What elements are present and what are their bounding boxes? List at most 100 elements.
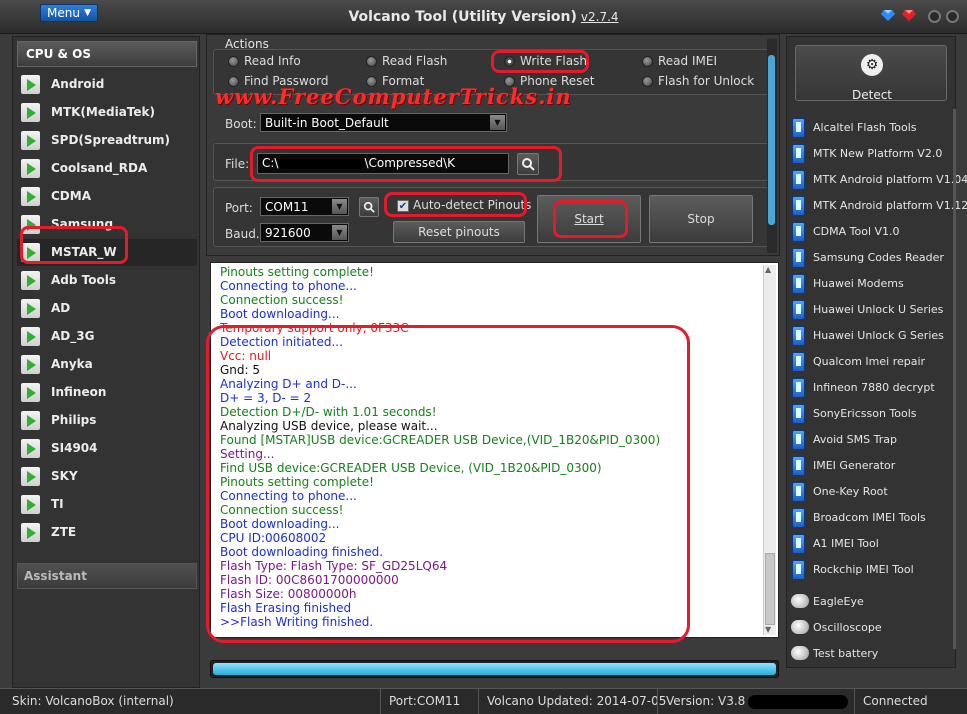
chevron-down-icon: ▼	[332, 225, 347, 240]
tool-item[interactable]: CDMA Tool V1.0	[789, 219, 953, 245]
phone-icon	[792, 508, 805, 528]
tool-item-label: Samsung Codes Reader	[813, 251, 944, 264]
boot-select[interactable]: Built-in Boot_Default ▼	[260, 113, 507, 132]
phone-icon	[792, 482, 805, 502]
phone-icon	[792, 456, 805, 476]
tool-item[interactable]: SonyEricsson Tools	[789, 401, 953, 427]
app-version-link[interactable]: v2.7.4	[581, 10, 619, 24]
port-select[interactable]: COM11 ▼	[260, 197, 349, 216]
tool-item[interactable]: Broadcom IMEI Tools	[789, 505, 953, 531]
tool-item[interactable]: MTK Android platform V1.04	[789, 167, 967, 193]
brand-item-adb-tools[interactable]: Adb Tools	[17, 267, 197, 294]
scroll-up-icon[interactable]: ▲	[765, 265, 775, 275]
phone-icon	[792, 534, 805, 554]
actions-scrollbar[interactable]	[767, 39, 777, 253]
port-search-button[interactable]	[359, 197, 379, 217]
brand-item-label: SKY	[51, 469, 78, 483]
brand-item-label: Anyka	[51, 357, 93, 371]
phone-icon	[792, 144, 805, 164]
brand-item-coolsand-rda[interactable]: Coolsand_RDA	[17, 155, 197, 182]
brand-item-anyka[interactable]: Anyka	[17, 351, 197, 378]
baud-select[interactable]: 921600 ▼	[260, 223, 349, 242]
utility-item[interactable]: Test battery	[789, 641, 953, 667]
brand-item-label: SPD(Spreadtrum)	[51, 133, 171, 147]
assistant-header[interactable]: Assistant	[17, 563, 197, 589]
tool-icon	[791, 646, 809, 660]
play-icon	[21, 271, 40, 290]
brand-item-ad-3g[interactable]: AD_3G	[17, 323, 197, 350]
connection-status: Connected	[854, 689, 928, 714]
phone-icon	[792, 300, 805, 320]
watermark-text: www.FreeComputerTricks.in	[215, 84, 572, 109]
brand-item-label: Coolsand_RDA	[51, 161, 148, 175]
minimize-icon[interactable]	[928, 10, 941, 23]
radio-flash-for-unlock[interactable]: Flash for Unlock	[642, 74, 772, 90]
log-scrollbar[interactable]: ▲ ▼	[763, 265, 776, 635]
brand-item-android[interactable]: Android	[17, 71, 197, 98]
skin-status: Skin: VolcanoBox (internal)	[12, 694, 174, 708]
radio-read-flash[interactable]: Read Flash	[366, 54, 496, 70]
redaction	[748, 695, 848, 709]
brand-item-philips[interactable]: Philips	[17, 407, 197, 434]
play-icon	[21, 327, 40, 346]
tool-item[interactable]: Qualcom Imei repair	[789, 349, 953, 375]
tool-item[interactable]: A1 IMEI Tool	[789, 531, 953, 557]
brand-item-infineon[interactable]: Infineon	[17, 379, 197, 406]
brand-item-label: Philips	[51, 413, 97, 427]
highlight-mstar	[20, 226, 128, 264]
brand-item-zte[interactable]: ZTE	[17, 519, 197, 546]
utility-item-label: EagleEye	[813, 595, 864, 608]
tool-item[interactable]: MTK Android platform V1.12	[789, 193, 967, 219]
play-icon	[21, 411, 40, 430]
status-bar: Skin: VolcanoBox (internal) Port:COM11 V…	[0, 688, 967, 714]
detect-button[interactable]: ⚙ Detect	[795, 45, 947, 102]
tools-scrollbar[interactable]	[953, 109, 956, 649]
radio-read-imei[interactable]: Read IMEI	[642, 54, 772, 70]
brand-item-mtk-mediatek-[interactable]: MTK(MediaTek)	[17, 99, 197, 126]
file-label: File:	[225, 157, 250, 171]
brand-item-label: CDMA	[51, 189, 91, 203]
tool-item[interactable]: Samsung Codes Reader	[789, 245, 953, 271]
reset-pinouts-button[interactable]: Reset pinouts	[393, 221, 525, 243]
log-scrollbar-thumb[interactable]	[765, 553, 775, 625]
tool-item-label: Infineon 7880 decrypt	[813, 381, 935, 394]
tools-panel: ⚙ Detect Alcaltel Flash Tools MTK New Pla…	[786, 36, 967, 668]
brand-item-cdma[interactable]: CDMA	[17, 183, 197, 210]
play-icon	[21, 495, 40, 514]
tool-item[interactable]: Infineon 7880 decrypt	[789, 375, 953, 401]
tool-item-label: A1 IMEI Tool	[813, 537, 879, 550]
brand-item-si4904[interactable]: SI4904	[17, 435, 197, 462]
brand-item-ti[interactable]: TI	[17, 491, 197, 518]
scroll-down-icon[interactable]: ▼	[765, 625, 775, 635]
stop-button[interactable]: Stop	[649, 195, 753, 243]
tool-item[interactable]: MTK New Platform V2.0	[789, 141, 953, 167]
radio-read-info[interactable]: Read Info	[228, 54, 358, 70]
utility-item[interactable]: EagleEye	[789, 589, 953, 615]
close-icon[interactable]	[946, 10, 959, 23]
tool-item[interactable]: One-Key Root	[789, 479, 953, 505]
tool-item[interactable]: Huawei Unlock G Series	[789, 323, 953, 349]
brand-item-spd-spreadtrum-[interactable]: SPD(Spreadtrum)	[17, 127, 197, 154]
tool-item[interactable]: Alcaltel Flash Tools	[789, 115, 953, 141]
cpu-os-panel: CPU & OS Android MTK(MediaTek) SPD(Spreadt…	[12, 36, 200, 688]
tool-item-label: Broadcom IMEI Tools	[813, 511, 926, 524]
tool-item[interactable]: IMEI Generator	[789, 453, 953, 479]
tool-item[interactable]: Huawei Modems	[789, 271, 953, 297]
phone-icon	[792, 352, 805, 372]
brand-item-ad[interactable]: AD	[17, 295, 197, 322]
actions-scrollbar-thumb[interactable]	[768, 55, 775, 225]
utility-item[interactable]: Oscilloscope	[789, 615, 953, 641]
gear-icon: ⚙	[861, 54, 883, 76]
radio-label: Read Info	[244, 54, 301, 68]
tool-item[interactable]: Avoid SMS Trap	[789, 427, 953, 453]
tool-item[interactable]: Rockchip IMEI Tool	[789, 557, 953, 583]
brand-item-label: Infineon	[51, 385, 107, 399]
progress-fill	[213, 663, 776, 675]
radio-icon	[642, 76, 653, 87]
phone-icon	[792, 560, 805, 580]
ruby-icon	[902, 10, 916, 21]
brand-item-sky[interactable]: SKY	[17, 463, 197, 490]
cpu-os-header[interactable]: CPU & OS	[17, 41, 197, 67]
tool-item[interactable]: Huawei Unlock U Series	[789, 297, 953, 323]
brand-item-label: AD_3G	[51, 329, 95, 343]
